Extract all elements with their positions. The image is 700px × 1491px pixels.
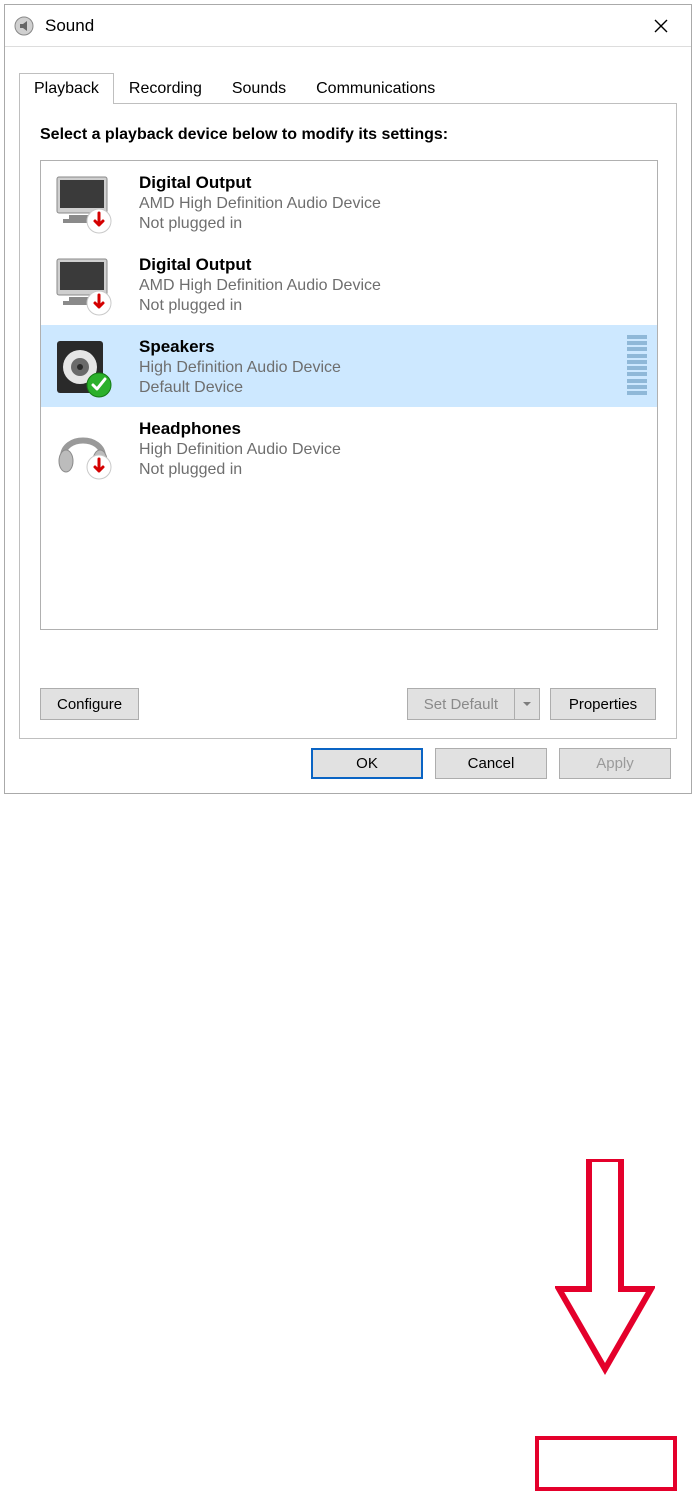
playback-panel: Select a playback device below to modify…: [19, 103, 677, 739]
speaker-icon: [51, 335, 115, 399]
sound-icon: [13, 15, 35, 37]
properties-button[interactable]: Properties: [550, 688, 656, 720]
device-description: AMD High Definition Audio Device: [139, 195, 381, 213]
device-description: High Definition Audio Device: [139, 441, 341, 459]
device-status: Default Device: [139, 379, 341, 397]
device-status: Not plugged in: [139, 461, 341, 479]
device-description: AMD High Definition Audio Device: [139, 277, 381, 295]
tab-strip: Playback Recording Sounds Communications: [19, 69, 677, 103]
tab-communications[interactable]: Communications: [301, 73, 450, 104]
set-default-button[interactable]: Set Default: [407, 688, 514, 720]
monitor-icon: [51, 171, 115, 235]
device-name: Digital Output: [139, 173, 381, 193]
set-default-dropdown[interactable]: [514, 688, 540, 720]
tab-playback[interactable]: Playback: [19, 73, 114, 104]
close-button[interactable]: [639, 8, 683, 44]
device-description: High Definition Audio Device: [139, 359, 341, 377]
monitor-icon: [51, 253, 115, 317]
annotation-highlight-box: [535, 1436, 677, 1491]
device-item[interactable]: Speakers High Definition Audio Device De…: [41, 325, 657, 407]
annotation-arrow-icon: [555, 1159, 655, 1379]
instruction-text: Select a playback device below to modify…: [40, 126, 658, 144]
ok-button[interactable]: OK: [311, 748, 423, 779]
device-item[interactable]: Digital Output AMD High Definition Audio…: [41, 161, 657, 243]
chevron-down-icon: [522, 700, 532, 708]
window-title: Sound: [45, 16, 94, 36]
cancel-button[interactable]: Cancel: [435, 748, 547, 779]
dialog-buttons: OK Cancel Apply: [311, 748, 671, 779]
panel-buttons: Configure Set Default Properties: [40, 688, 656, 720]
device-item[interactable]: Headphones High Definition Audio Device …: [41, 407, 657, 489]
configure-button[interactable]: Configure: [40, 688, 139, 720]
sound-dialog: Sound Playback Recording Sounds Communic…: [4, 4, 692, 794]
device-list[interactable]: Digital Output AMD High Definition Audio…: [40, 160, 658, 630]
tab-recording[interactable]: Recording: [114, 73, 217, 104]
tab-sounds[interactable]: Sounds: [217, 73, 301, 104]
device-status: Not plugged in: [139, 215, 381, 233]
volume-meter: [627, 335, 647, 395]
apply-button[interactable]: Apply: [559, 748, 671, 779]
device-name: Digital Output: [139, 255, 381, 275]
set-default-split-button[interactable]: Set Default: [407, 688, 540, 720]
device-item[interactable]: Digital Output AMD High Definition Audio…: [41, 243, 657, 325]
titlebar: Sound: [5, 5, 691, 47]
device-name: Headphones: [139, 419, 341, 439]
device-name: Speakers: [139, 337, 341, 357]
dialog-body: Playback Recording Sounds Communications…: [5, 47, 691, 739]
headphones-icon: [51, 417, 115, 481]
device-status: Not plugged in: [139, 297, 381, 315]
